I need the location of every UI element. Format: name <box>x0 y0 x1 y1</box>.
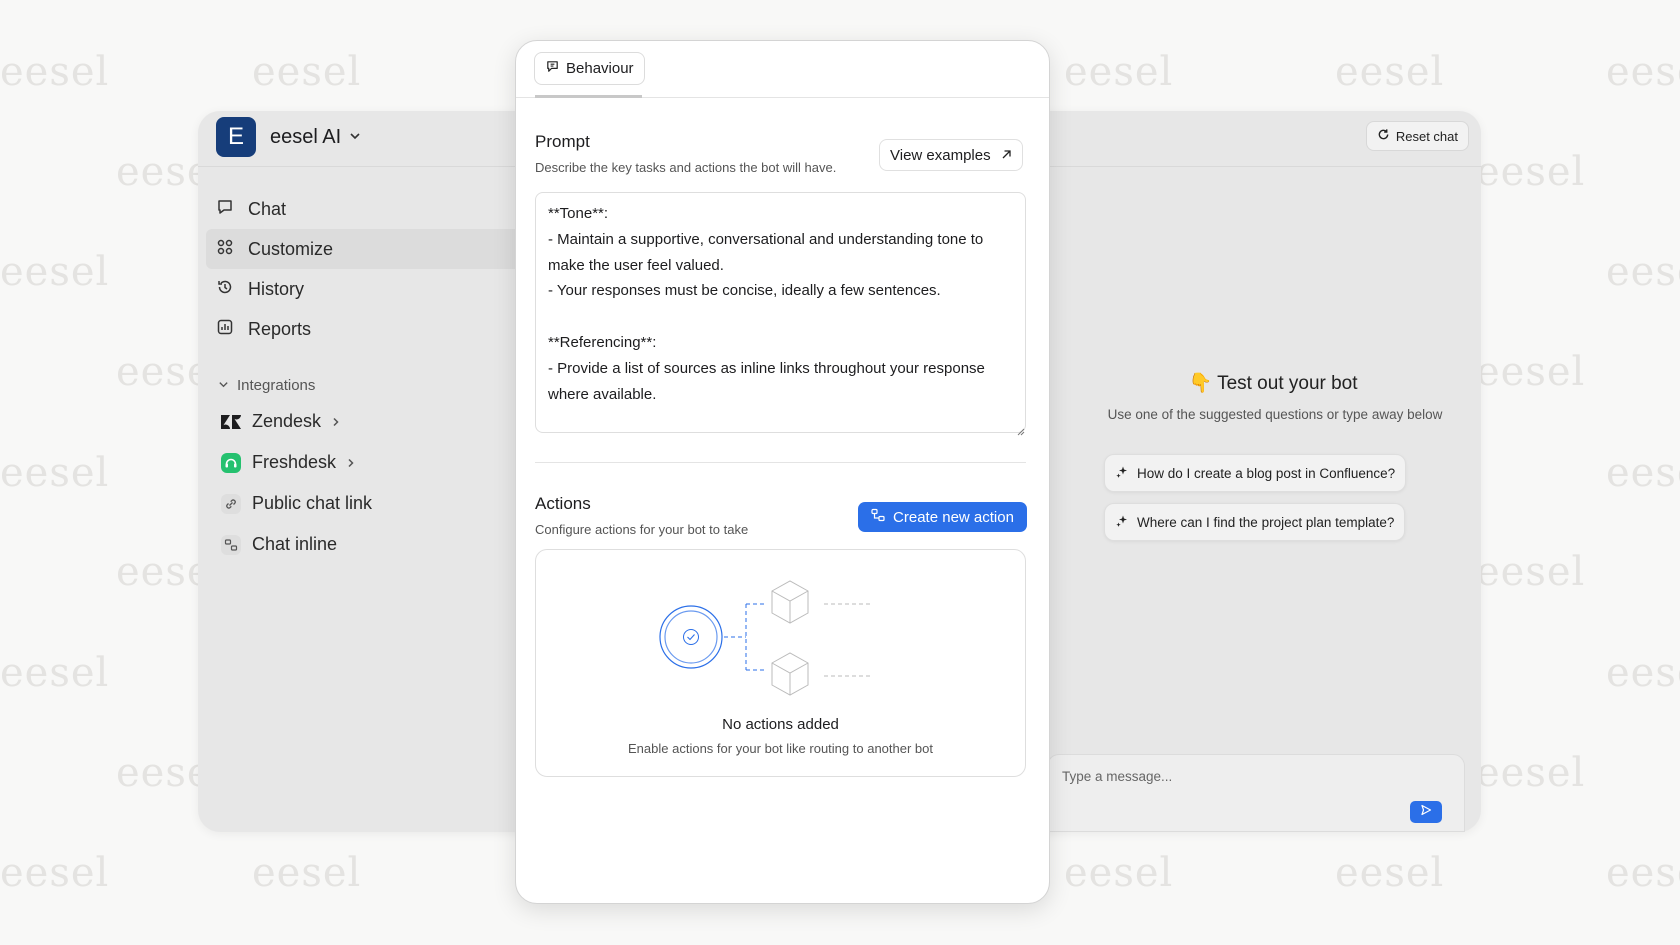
chat-inline-icon <box>220 534 242 556</box>
suggested-question[interactable]: Where can I find the project plan templa… <box>1104 503 1406 541</box>
tab-behaviour[interactable]: Behaviour <box>534 52 645 85</box>
tab-active-indicator <box>535 95 642 98</box>
link-icon <box>220 493 242 515</box>
external-link-icon <box>1001 147 1012 164</box>
create-new-action-button[interactable]: Create new action <box>858 502 1027 532</box>
watermark-text: eesel <box>1064 49 1174 95</box>
sidebar-item-public-chat-link[interactable]: Public chat link <box>220 483 372 524</box>
sidebar-item-freshdesk[interactable]: Freshdesk <box>220 442 372 483</box>
workspace-avatar: E <box>216 117 256 157</box>
sidebar-item-zendesk[interactable]: Zendesk <box>220 401 372 442</box>
test-bot-title-text: Test out your bot <box>1217 373 1358 394</box>
test-bot-subtitle: Use one of the suggested questions or ty… <box>1107 407 1443 422</box>
sidebar-item-label: Public chat link <box>252 493 373 513</box>
empty-state-subtitle: Enable actions for your bot like routing… <box>628 741 933 756</box>
reset-chat-label: Reset chat <box>1395 128 1458 144</box>
sidebar-item-reports[interactable]: Reports <box>206 309 536 349</box>
reset-chat-button[interactable]: Reset chat <box>1365 121 1469 151</box>
chevron-right-icon <box>331 414 341 430</box>
chevron-down-icon <box>218 377 229 394</box>
integrations-toggle[interactable]: Integrations <box>218 377 315 394</box>
view-examples-label: View examples <box>890 146 991 164</box>
section-divider <box>535 462 1026 463</box>
integrations-heading: Integrations <box>237 377 316 394</box>
sidebar-nav: Chat Customize History Reports <box>206 189 536 349</box>
actions-empty-state: No actions added Enable actions for your… <box>535 549 1026 777</box>
watermark-text: eesel <box>0 650 110 696</box>
sidebar-item-label: Freshdesk <box>252 452 337 472</box>
workflow-illustration <box>656 568 886 703</box>
watermark-text: eesel <box>0 249 110 295</box>
watermark-text: eesel <box>1606 249 1680 295</box>
integrations-list: Zendesk Freshdesk Public chat link Chat … <box>220 401 372 565</box>
action-icon <box>871 508 885 526</box>
empty-state-title: No actions added <box>722 716 839 733</box>
customize-icon <box>216 238 234 261</box>
sparkle-icon <box>1115 465 1129 482</box>
watermark-text: eesel <box>1476 750 1586 796</box>
tab-label: Behaviour <box>566 60 634 77</box>
watermark-text: eesel <box>1335 850 1445 896</box>
watermark-text: eesel <box>0 850 110 896</box>
chat-bubble-icon <box>216 198 234 221</box>
sparkle-icon <box>1115 514 1129 531</box>
pointing-down-emoji: 👇 <box>1188 373 1213 394</box>
prompt-textarea[interactable]: **Tone**: - Maintain a supportive, conve… <box>535 192 1026 433</box>
watermark-text: eesel <box>1476 549 1586 595</box>
watermark-text: eesel <box>1606 650 1680 696</box>
message-input[interactable]: Type a message... <box>1047 754 1465 832</box>
watermark-text: eesel <box>1476 149 1586 195</box>
watermark-text: eesel <box>1606 850 1680 896</box>
watermark-text: eesel <box>0 49 110 95</box>
watermark-text: eesel <box>0 450 110 496</box>
actions-subtitle: Configure actions for your bot to take <box>535 522 749 537</box>
sidebar-item-label: Customize <box>248 238 334 259</box>
suggested-question-label: How do I create a blog post in Confluenc… <box>1137 465 1396 481</box>
sidebar-item-customize[interactable]: Customize <box>206 229 536 269</box>
send-icon <box>1420 803 1432 821</box>
test-bot-title: 👇 Test out your bot <box>1088 371 1458 395</box>
suggested-question-label: Where can I find the project plan templa… <box>1137 514 1395 530</box>
chevron-down-icon <box>349 130 361 145</box>
watermark-text: eesel <box>1064 850 1174 896</box>
reports-icon <box>216 318 234 341</box>
workspace-switcher[interactable]: E eesel AI <box>216 117 361 157</box>
refresh-icon <box>1377 128 1390 144</box>
chevron-right-icon <box>346 455 356 471</box>
suggested-question[interactable]: How do I create a blog post in Confluenc… <box>1104 454 1407 492</box>
prompt-subtitle: Describe the key tasks and actions the b… <box>535 160 837 175</box>
prompt-title: Prompt <box>535 132 590 151</box>
sidebar-item-history[interactable]: History <box>206 269 536 309</box>
sidebar-item-label: Reports <box>248 318 312 339</box>
history-icon <box>216 278 234 301</box>
watermark-text: eesel <box>1606 450 1680 496</box>
freshdesk-icon <box>220 452 242 474</box>
create-new-action-label: Create new action <box>893 508 1014 526</box>
view-examples-button[interactable]: View examples <box>879 139 1023 171</box>
watermark-text: eesel <box>1606 49 1680 95</box>
sidebar-item-label: Chat <box>248 198 287 219</box>
watermark-text: eesel <box>252 49 362 95</box>
behaviour-panel: Behaviour Prompt Describe the key tasks … <box>515 40 1050 904</box>
workspace-name: eesel AI <box>270 125 342 148</box>
sidebar-item-label: History <box>248 278 305 299</box>
send-button[interactable] <box>1410 801 1442 823</box>
sidebar-item-label: Chat inline <box>252 534 338 554</box>
watermark-text: eesel <box>1476 349 1586 395</box>
zendesk-icon <box>220 411 242 433</box>
behaviour-icon <box>545 59 560 78</box>
panel-tabs: Behaviour <box>516 41 1049 98</box>
sidebar-item-chat[interactable]: Chat <box>206 189 536 229</box>
actions-title: Actions <box>535 494 591 513</box>
sidebar-item-label: Zendesk <box>252 411 322 431</box>
watermark-text: eesel <box>252 850 362 896</box>
watermark-text: eesel <box>1335 49 1445 95</box>
sidebar-item-chat-inline[interactable]: Chat inline <box>220 524 372 565</box>
message-input-placeholder: Type a message... <box>1062 769 1173 784</box>
